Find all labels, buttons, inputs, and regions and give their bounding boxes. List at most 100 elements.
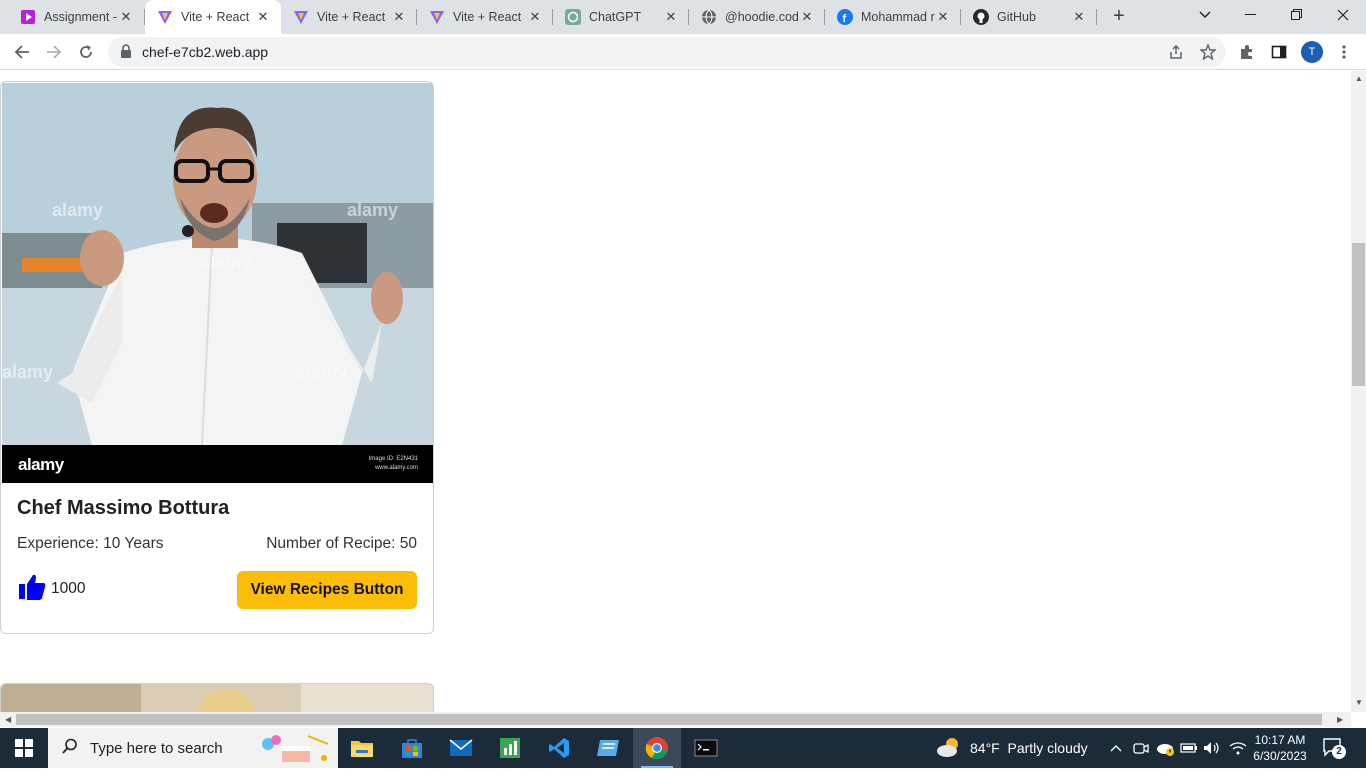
view-recipes-button[interactable]: View Recipes Button	[237, 571, 417, 609]
next-chef-card	[0, 683, 434, 712]
taskbar-remote-app[interactable]	[584, 728, 632, 768]
forward-button[interactable]	[40, 38, 68, 66]
tab-hoodie[interactable]: @hoodie.cod ✕	[689, 0, 825, 34]
taskbar-mail[interactable]	[437, 728, 485, 768]
photo-brand-logo: alamy	[18, 455, 64, 474]
photo-credit-id: Image ID: E2N431	[368, 456, 418, 462]
page-viewport: alamy alamy alamy alamy alamy alamy Imag…	[0, 71, 1351, 712]
weather-widget[interactable]: 84°F Partly cloudy	[936, 728, 1088, 768]
vite-icon	[293, 9, 309, 25]
taskbar-file-explorer[interactable]	[338, 728, 386, 768]
system-clock[interactable]: 10:17 AM 6/30/2023	[1252, 732, 1308, 764]
window-app-icon	[597, 740, 619, 756]
svg-text:alamy: alamy	[200, 252, 251, 272]
vertical-scroll-thumb[interactable]	[1352, 243, 1365, 386]
svg-text:alamy: alamy	[296, 362, 347, 382]
globe-icon	[701, 9, 717, 25]
tab-chatgpt[interactable]: ChatGPT ✕	[553, 0, 689, 34]
close-icon[interactable]: ✕	[935, 9, 951, 25]
bookmark-star-icon[interactable]	[1199, 43, 1217, 61]
volume-icon[interactable]	[1202, 728, 1222, 768]
taskbar-search-box[interactable]: Type here to search	[48, 728, 338, 768]
url-text: chef-e7cb2.web.app	[142, 44, 269, 60]
spreadsheet-chart-icon	[500, 738, 520, 758]
taskbar-vscode[interactable]	[535, 728, 583, 768]
profile-avatar[interactable]: T	[1301, 41, 1323, 63]
close-window-button[interactable]	[1320, 0, 1366, 30]
tab-vite-react-2[interactable]: Vite + React ✕	[281, 0, 417, 34]
birthday-cake-icon	[258, 730, 334, 771]
show-hidden-icons-chevron-icon[interactable]	[1106, 728, 1126, 768]
tab-facebook[interactable]: f Mohammad r ✕	[825, 0, 961, 34]
photo-caption-bar: alamy Image ID: E2N431 www.alamy.com	[2, 445, 433, 483]
taskbar-terminal[interactable]	[682, 728, 730, 768]
svg-text:f: f	[843, 13, 847, 25]
tab-assignment[interactable]: Assignment - ✕	[8, 0, 144, 34]
reload-button[interactable]	[72, 38, 100, 66]
chef-card: alamy alamy alamy alamy alamy alamy Imag…	[0, 81, 434, 634]
close-icon[interactable]: ✕	[527, 9, 543, 25]
tab-search-chevron-icon[interactable]	[1182, 0, 1228, 30]
store-bag-icon	[402, 739, 422, 758]
battery-icon[interactable]	[1179, 728, 1199, 768]
horizontal-scroll-thumb[interactable]	[16, 714, 1322, 725]
taskbar-store[interactable]	[388, 728, 436, 768]
chef-meta-row: Experience: 10 Years Number of Recipe: 5…	[17, 535, 417, 553]
clock-date: 6/30/2023	[1253, 749, 1307, 763]
minimize-button[interactable]	[1228, 0, 1274, 30]
chef-card-body: Chef Massimo Bottura Experience: 10 Year…	[17, 497, 417, 609]
scroll-left-arrow-icon[interactable]: ◀	[5, 715, 11, 724]
likes-block: 1000	[17, 573, 85, 606]
chef-photo-illustration: alamy alamy alamy alamy alamy	[2, 83, 433, 446]
browser-tab-strip: Assignment - ✕ Vite + React ✕ Vite + Rea…	[0, 0, 1366, 34]
scroll-up-arrow-icon[interactable]: ▲	[1355, 74, 1363, 83]
terminal-icon	[694, 739, 718, 757]
photo-credit: Image ID: E2N431 www.alamy.com	[369, 455, 418, 473]
vscode-icon	[549, 738, 569, 758]
chef-experience: Experience: 10 Years	[17, 535, 164, 552]
chrome-icon	[645, 737, 668, 760]
svg-text:alamy: alamy	[347, 200, 398, 220]
extensions-puzzle-icon[interactable]	[1237, 42, 1257, 62]
tab-separator	[1096, 9, 1097, 25]
back-button[interactable]	[8, 38, 36, 66]
new-tab-button[interactable]: +	[1108, 6, 1130, 28]
vite-icon	[429, 9, 445, 25]
onedrive-warning-icon[interactable]	[1155, 728, 1177, 768]
vertical-scrollbar[interactable]	[1351, 71, 1366, 712]
tab-github[interactable]: GitHub ✕	[961, 0, 1097, 34]
partly-cloudy-icon	[936, 735, 964, 762]
chef-photo: alamy alamy alamy alamy alamy alamy Imag…	[2, 83, 433, 483]
close-icon[interactable]: ✕	[255, 9, 271, 25]
restore-button[interactable]	[1274, 0, 1320, 30]
wifi-icon[interactable]	[1227, 728, 1249, 768]
start-button[interactable]	[0, 728, 48, 768]
close-icon[interactable]: ✕	[799, 9, 815, 25]
chef-recipe-count: Number of Recipe: 50	[266, 535, 417, 552]
search-icon	[62, 738, 78, 759]
chef-name: Chef Massimo Bottura	[17, 497, 230, 519]
meet-now-icon[interactable]	[1131, 728, 1151, 768]
close-icon[interactable]: ✕	[1071, 9, 1087, 25]
taskbar-chart-app[interactable]	[486, 728, 534, 768]
scroll-right-arrow-icon[interactable]: ▶	[1337, 715, 1343, 724]
purple-play-icon	[20, 9, 36, 25]
windows-logo-icon	[15, 739, 33, 757]
clock-time: 10:17 AM	[1254, 733, 1306, 747]
share-icon[interactable]	[1168, 44, 1184, 60]
address-bar[interactable]: chef-e7cb2.web.app	[108, 37, 1226, 67]
close-icon[interactable]: ✕	[391, 9, 407, 25]
side-panel-icon[interactable]	[1269, 42, 1289, 62]
scroll-down-arrow-icon[interactable]: ▼	[1355, 698, 1363, 707]
close-icon[interactable]: ✕	[118, 9, 134, 25]
taskbar-chrome[interactable]	[633, 728, 681, 768]
svg-text:alamy: alamy	[2, 362, 53, 382]
lock-icon[interactable]	[120, 44, 132, 63]
tab-vite-react-active[interactable]: Vite + React ✕	[145, 0, 281, 34]
tab-vite-react-3[interactable]: Vite + React ✕	[417, 0, 553, 34]
more-menu-icon[interactable]	[1334, 42, 1354, 62]
browser-toolbar: chef-e7cb2.web.app T	[0, 34, 1366, 70]
notification-center-button[interactable]: 2	[1322, 737, 1346, 759]
close-icon[interactable]: ✕	[663, 9, 679, 25]
thumbs-up-icon[interactable]	[17, 573, 47, 606]
